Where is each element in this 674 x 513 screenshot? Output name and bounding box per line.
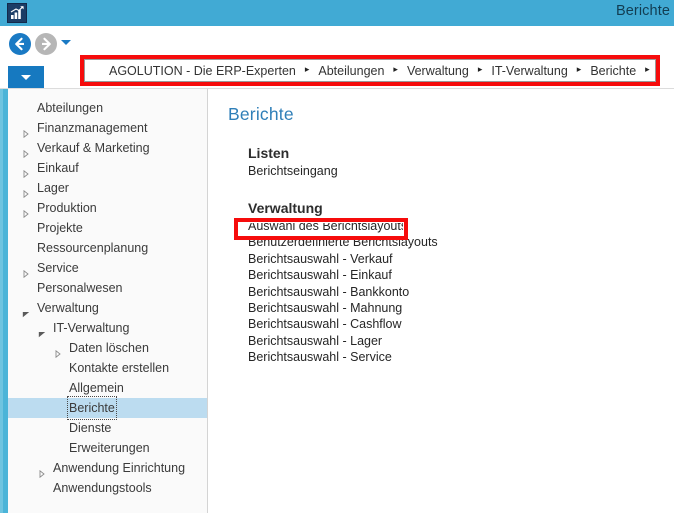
navigation-bar: AGOLUTION - Die ERP-Experten ▸ Abteilung… (0, 26, 674, 86)
arrow-right-icon[interactable] (35, 33, 57, 55)
sidebar-item-erweiterungen[interactable]: Erweiterungen (8, 438, 207, 458)
report-link[interactable]: Berichtseingang (248, 163, 338, 179)
chevron-right-icon[interactable] (22, 184, 30, 199)
sidebar-item-label: Finanzmanagement (37, 121, 148, 135)
sidebar-item-anwendungstools[interactable]: Anwendungstools (8, 478, 207, 498)
report-link[interactable]: Berichtsauswahl - Cashflow (248, 316, 438, 332)
navigation-sidebar[interactable]: Abteilungen Finanzmanagement Verkauf & Mar… (8, 89, 208, 513)
sidebar-item-label: Anwendungstools (53, 481, 152, 495)
report-link[interactable]: Berichtsauswahl - Einkauf (248, 267, 438, 283)
sidebar-item-berichte[interactable]: Berichte (8, 396, 207, 420)
report-link[interactable]: Berichtsauswahl - Verkauf (248, 251, 438, 267)
window-title: Berichte (616, 3, 670, 19)
breadcrumb-item-0[interactable]: AGOLUTION - Die ERP-Experten (109, 64, 296, 78)
breadcrumb-highlight-box: AGOLUTION - Die ERP-Experten ▸ Abteilung… (80, 55, 660, 86)
group-verwaltung: Verwaltung Auswahl des Berichtslayouts Be… (248, 199, 438, 366)
sidebar-item-label: Kontakte erstellen (69, 361, 170, 375)
breadcrumb-item-1[interactable]: Abteilungen (318, 64, 384, 78)
sidebar-item-label: Verkauf & Marketing (37, 141, 150, 155)
breadcrumb-separator-3: ▸ (576, 64, 582, 74)
chevron-right-icon[interactable] (22, 264, 30, 279)
sidebar-item-einkauf[interactable]: Einkauf (8, 158, 207, 179)
sidebar-item-label: Verwaltung (37, 301, 99, 315)
content-pane: Berichte Listen Berichtseingang Verwaltu… (209, 89, 674, 513)
breadcrumb-separator-0: ▸ (304, 64, 310, 74)
sidebar-item-label: Produktion (37, 201, 97, 215)
application-window: Berichte AGOLUTION - Die ERP-Experten ▸ … (0, 0, 674, 513)
sidebar-item-personalwesen[interactable]: Personalwesen (8, 278, 207, 298)
chevron-right-icon[interactable] (54, 344, 62, 359)
sidebar-item-label: Anwendung Einrichtung (53, 461, 186, 475)
sidebar-item-ressourcenplanung[interactable]: Ressourcenplanung (8, 238, 207, 258)
sidebar-item-lager[interactable]: Lager (8, 178, 207, 199)
sidebar-item-service[interactable]: Service (8, 258, 207, 279)
breadcrumb-item-4[interactable]: Berichte (590, 64, 636, 78)
arrow-left-icon[interactable] (9, 33, 31, 55)
group-heading: Listen (248, 145, 290, 161)
sidebar-item-produktion[interactable]: Produktion (8, 198, 207, 219)
report-link[interactable]: Berichtsauswahl - Lager (248, 333, 438, 349)
bar-chart-icon (8, 4, 26, 22)
breadcrumb-item-3[interactable]: IT-Verwaltung (491, 64, 567, 78)
report-link[interactable]: Berichtsauswahl - Bankkonto (248, 284, 438, 300)
report-link[interactable]: Berichtsauswahl - Service (248, 349, 438, 365)
title-bar: Berichte (0, 0, 674, 26)
report-link[interactable]: Benutzerdefinierte Berichtslayouts (248, 234, 438, 250)
sidebar-item-label: Dienste (69, 421, 112, 435)
sidebar-top-spacer (8, 89, 207, 98)
breadcrumb[interactable]: AGOLUTION - Die ERP-Experten ▸ Abteilung… (84, 59, 656, 82)
sidebar-item-label: Ressourcenplanung (37, 241, 149, 255)
breadcrumb-separator-4: ▸ (645, 64, 650, 74)
chevron-down-icon[interactable] (38, 324, 46, 338)
sidebar-item-label: Erweiterungen (69, 441, 150, 455)
chevron-right-icon[interactable] (22, 164, 30, 179)
sidebar-item-label: Personalwesen (37, 281, 123, 295)
group-listen: Listen Berichtseingang (248, 144, 338, 179)
sidebar-item-label: Projekte (37, 221, 83, 235)
sidebar-item-projekte[interactable]: Projekte (8, 218, 207, 238)
address-dropdown-button[interactable] (8, 66, 44, 88)
sidebar-item-kontakte-erstellen[interactable]: Kontakte erstellen (8, 358, 207, 378)
group-heading: Verwaltung (248, 200, 323, 216)
chevron-right-icon[interactable] (22, 144, 30, 159)
chevron-right-icon[interactable] (22, 204, 30, 219)
sidebar-item-label: Abteilungen (37, 101, 104, 115)
breadcrumb-separator-1: ▸ (393, 64, 398, 74)
sidebar-item-label: IT-Verwaltung (53, 321, 130, 335)
sidebar-item-label: Einkauf (37, 161, 79, 175)
breadcrumb-separator-2: ▸ (477, 64, 483, 74)
chevron-right-icon[interactable] (38, 464, 46, 479)
sidebar-item-label: Daten löschen (69, 341, 149, 355)
sidebar-item-daten-l-schen[interactable]: Daten löschen (8, 338, 207, 359)
sidebar-item-finanzmanagement[interactable]: Finanzmanagement (8, 118, 207, 139)
page-title: Berichte (228, 104, 294, 124)
sidebar-item-dienste[interactable]: Dienste (8, 418, 207, 438)
sidebar-item-label: Allgemein (69, 381, 124, 395)
chevron-right-icon[interactable] (22, 124, 30, 139)
sidebar-item-allgemein[interactable]: Allgemein (8, 378, 207, 398)
sidebar-item-verkauf-marketing[interactable]: Verkauf & Marketing (8, 138, 207, 159)
sidebar-item-label: Lager (37, 181, 69, 195)
report-link[interactable]: Auswahl des Berichtslayouts (248, 218, 438, 234)
chevron-down-icon[interactable] (22, 304, 30, 318)
sidebar-item-anwendung-einrichtung[interactable]: Anwendung Einrichtung (8, 458, 207, 479)
left-accent-strip (0, 89, 8, 513)
sidebar-item-label: Service (37, 261, 79, 275)
chevron-down-icon[interactable] (61, 40, 71, 45)
breadcrumb-item-2[interactable]: Verwaltung (407, 64, 469, 78)
report-link[interactable]: Berichtsauswahl - Mahnung (248, 300, 438, 316)
chevron-down-icon (21, 75, 31, 80)
sidebar-item-label: Berichte (67, 396, 117, 420)
sidebar-item-it-verwaltung[interactable]: IT-Verwaltung (8, 318, 207, 338)
sidebar-item-verwaltung[interactable]: Verwaltung (8, 298, 207, 318)
sidebar-item-abteilungen[interactable]: Abteilungen (8, 98, 207, 118)
